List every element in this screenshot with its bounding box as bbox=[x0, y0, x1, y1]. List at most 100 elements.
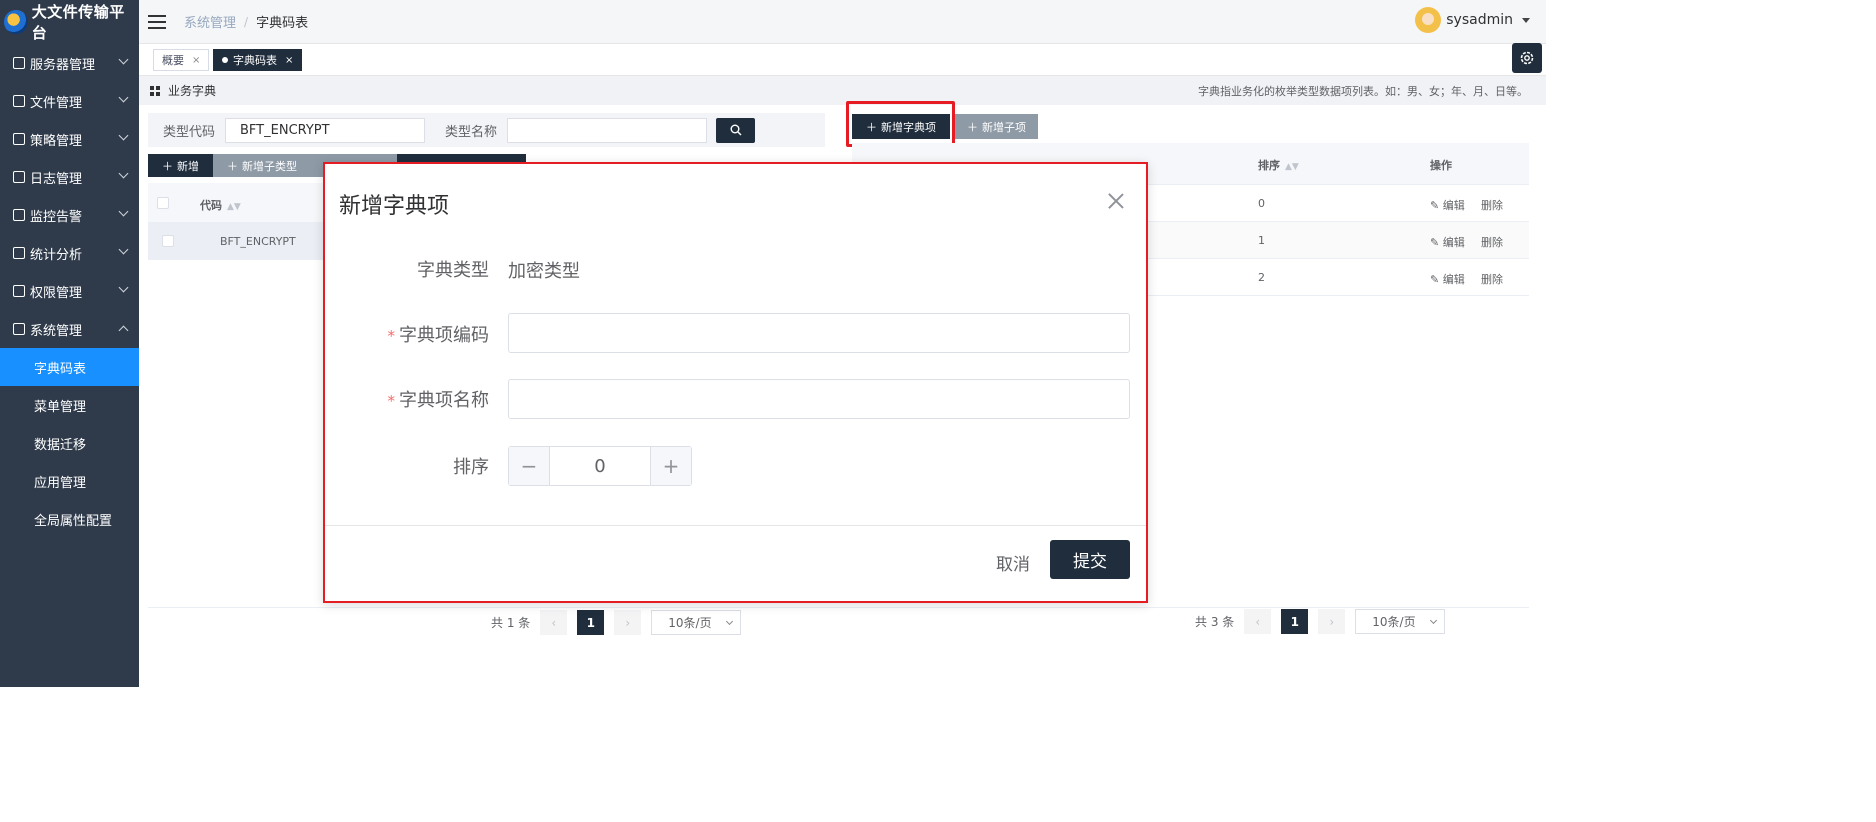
prev-page-button[interactable]: ‹ bbox=[540, 610, 568, 635]
plus-icon: ＋ bbox=[162, 159, 173, 173]
cube-icon bbox=[13, 57, 25, 69]
add-type-label: 新增 bbox=[177, 159, 199, 173]
increment-button[interactable]: + bbox=[650, 447, 691, 485]
edit-link[interactable]: ✎ 编辑 bbox=[1430, 197, 1465, 213]
tab-overview[interactable]: 概要 × bbox=[153, 49, 210, 71]
chevron-down-icon bbox=[118, 206, 129, 217]
sidebar-item-monitor[interactable]: 监控告警 bbox=[0, 196, 139, 234]
next-page-button[interactable]: › bbox=[614, 610, 642, 635]
tab-label: 字典码表 bbox=[233, 54, 277, 67]
sidebar-item-label: 系统管理 bbox=[30, 323, 83, 339]
sort-icon: ▲▼ bbox=[227, 202, 241, 212]
logo-icon bbox=[4, 10, 28, 34]
close-icon[interactable] bbox=[1106, 191, 1126, 211]
cancel-button[interactable]: 取消 bbox=[996, 550, 1030, 575]
required-mark: * bbox=[387, 392, 396, 410]
sidebar-subitem-menu[interactable]: 菜单管理 bbox=[0, 386, 139, 424]
add-sub-item-button[interactable]: ＋ 新增子项 bbox=[955, 114, 1038, 139]
submit-button[interactable]: 提交 bbox=[1050, 540, 1130, 579]
section-title: 业务字典 bbox=[168, 84, 217, 98]
sidebar-item-permissions[interactable]: 权限管理 bbox=[0, 272, 139, 310]
tab-dictionary[interactable]: 字典码表 × bbox=[213, 49, 303, 71]
sidebar-subitem-apps[interactable]: 应用管理 bbox=[0, 462, 139, 500]
edit-link[interactable]: ✎ 编辑 bbox=[1430, 234, 1465, 250]
sidebar-menu: 服务器管理 文件管理 策略管理 日志管理 监控告警 统计分析 权限管理 系统管理… bbox=[0, 44, 139, 538]
edit-link[interactable]: ✎ 编辑 bbox=[1430, 271, 1465, 287]
sidebar-item-files[interactable]: 文件管理 bbox=[0, 82, 139, 120]
delete-link[interactable]: 删除 bbox=[1481, 197, 1503, 213]
sort-stepper[interactable]: − 0 + bbox=[508, 446, 692, 486]
sidebar-item-label: 文件管理 bbox=[30, 95, 83, 111]
page-number-button[interactable]: 1 bbox=[577, 610, 605, 635]
sidebar: 大文件传输平台 服务器管理 文件管理 策略管理 日志管理 监控告警 统计分析 权… bbox=[0, 0, 139, 687]
sidebar-item-servers[interactable]: 服务器管理 bbox=[0, 44, 139, 82]
layers-icon bbox=[13, 95, 25, 107]
chevron-down-icon bbox=[118, 168, 129, 179]
page-size-select[interactable]: 10条/页 bbox=[1355, 609, 1446, 634]
app-logo[interactable]: 大文件传输平台 bbox=[0, 0, 139, 44]
chevron-down-icon bbox=[1430, 616, 1438, 624]
page-number-button[interactable]: 1 bbox=[1281, 609, 1309, 634]
dict-type-label: 字典类型 bbox=[417, 260, 489, 281]
add-type-button[interactable]: ＋ 新增 bbox=[148, 154, 213, 177]
column-header-label: 代码 bbox=[200, 199, 222, 212]
delete-link[interactable]: 删除 bbox=[1481, 234, 1503, 250]
active-dot-icon bbox=[222, 57, 228, 63]
chevron-down-icon bbox=[118, 54, 129, 65]
sidebar-item-label: 权限管理 bbox=[30, 285, 83, 301]
close-icon[interactable]: × bbox=[192, 55, 200, 66]
sidebar-item-system[interactable]: 系统管理 bbox=[0, 310, 139, 348]
row-sort: 1 bbox=[1258, 234, 1265, 247]
page-size-value: 10条/页 bbox=[1372, 615, 1416, 629]
add-sub-item-label: 新增子项 bbox=[982, 120, 1026, 134]
search-button[interactable] bbox=[716, 117, 756, 143]
page-size-select[interactable]: 10条/页 bbox=[651, 610, 742, 635]
next-page-button[interactable]: › bbox=[1318, 609, 1346, 634]
item-code-input[interactable] bbox=[508, 313, 1130, 353]
username: sysadmin bbox=[1446, 12, 1513, 28]
chevron-down-icon bbox=[726, 617, 734, 625]
type-name-input[interactable] bbox=[507, 117, 708, 143]
column-header-code[interactable]: 代码 ▲▼ bbox=[200, 197, 241, 213]
sidebar-subitem-label: 菜单管理 bbox=[34, 399, 87, 415]
chevron-down-icon bbox=[118, 130, 129, 141]
menu-toggle-icon[interactable] bbox=[148, 14, 166, 29]
page-size-value: 10条/页 bbox=[668, 616, 712, 630]
add-sub-type-label: 新增子类型 bbox=[242, 159, 297, 173]
pagination-total: 共 1 条 bbox=[491, 616, 531, 630]
list-icon bbox=[13, 171, 25, 183]
sidebar-subitem-global-config[interactable]: 全局属性配置 bbox=[0, 500, 139, 538]
breadcrumb-parent[interactable]: 系统管理 bbox=[184, 12, 236, 31]
row-code: BFT_ENCRYPT bbox=[220, 235, 296, 248]
sidebar-item-logs[interactable]: 日志管理 bbox=[0, 158, 139, 196]
sort-icon: ▲▼ bbox=[1285, 162, 1299, 172]
pagination-total: 共 3 条 bbox=[1195, 615, 1235, 629]
dictionary-type-pane: 类型代码 BFT_ENCRYPT 类型名称 ＋ 新增 ＋ 新增子类型 代码 ▲▼ BF… bbox=[148, 113, 825, 260]
column-header-ops: 操作 bbox=[1430, 159, 1452, 172]
sidebar-subitem-dictionary[interactable]: 字典码表 bbox=[0, 348, 139, 386]
prev-page-button[interactable]: ‹ bbox=[1244, 609, 1272, 634]
sort-label: 排序 bbox=[453, 457, 489, 478]
type-code-input[interactable]: BFT_ENCRYPT bbox=[225, 117, 426, 143]
layers-icon bbox=[13, 285, 25, 297]
avatar bbox=[1415, 7, 1442, 33]
edit-icon: ✎ bbox=[1430, 199, 1440, 212]
add-dict-item-dialog: 新增字典项 字典类型 加密类型 * 字典项编码 * 字典项名称 排序 − 0 + 取… bbox=[323, 162, 1148, 603]
sort-value[interactable]: 0 bbox=[550, 447, 650, 485]
sidebar-item-policy[interactable]: 策略管理 bbox=[0, 120, 139, 158]
decrement-button[interactable]: − bbox=[509, 447, 550, 485]
close-icon[interactable]: × bbox=[285, 55, 293, 66]
sidebar-subitem-migration[interactable]: 数据迁移 bbox=[0, 424, 139, 462]
user-menu[interactable]: sysadmin bbox=[1415, 7, 1530, 33]
select-all-checkbox[interactable] bbox=[157, 197, 169, 209]
delete-link[interactable]: 删除 bbox=[1481, 271, 1503, 287]
sidebar-item-stats[interactable]: 统计分析 bbox=[0, 234, 139, 272]
row-checkbox[interactable] bbox=[162, 235, 174, 247]
add-sub-type-button[interactable]: ＋ 新增子类型 bbox=[213, 154, 311, 177]
edit-label: 编辑 bbox=[1442, 273, 1465, 286]
sidebar-item-label: 统计分析 bbox=[30, 247, 83, 263]
breadcrumb-separator: / bbox=[244, 14, 249, 29]
column-header-sort[interactable]: 排序 ▲▼ bbox=[1258, 157, 1299, 173]
item-name-input[interactable] bbox=[508, 379, 1130, 419]
settings-button[interactable] bbox=[1512, 43, 1542, 73]
